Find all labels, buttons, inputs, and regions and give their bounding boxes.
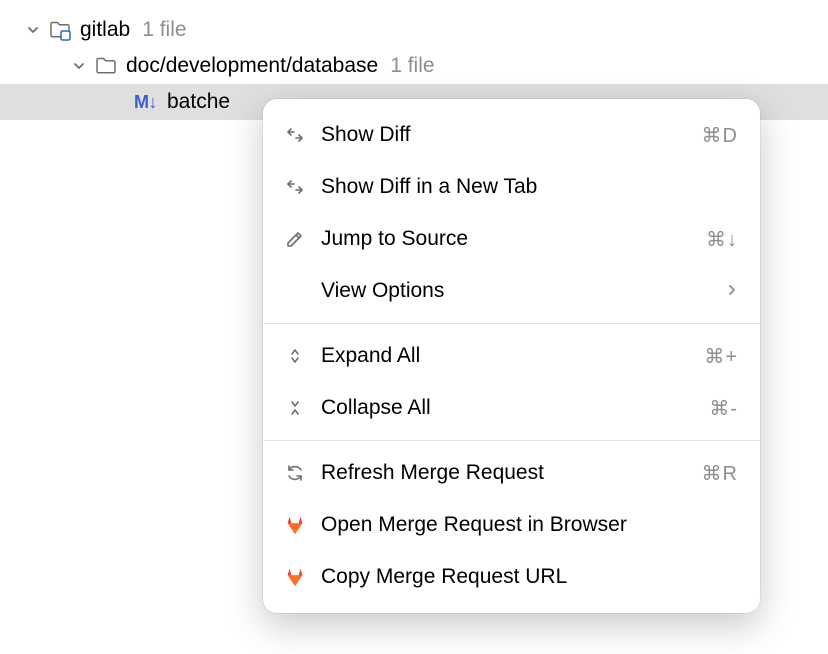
folder-icon (94, 54, 118, 78)
menu-item-shortcut: ⌘↓ (706, 227, 738, 252)
menu-item-label: View Options (321, 279, 712, 303)
menu-item-copy-mr-url[interactable]: Copy Merge Request URL (263, 551, 760, 603)
project-folder-icon (48, 18, 72, 42)
markdown-file-icon: M↓ (134, 92, 157, 113)
chevron-down-icon (24, 21, 42, 39)
tree-row-folder[interactable]: doc/development/database 1 file (0, 48, 828, 84)
menu-item-shortcut: ⌘- (709, 396, 738, 421)
menu-item-view-options[interactable]: View Options (263, 265, 760, 317)
gitlab-icon (283, 513, 307, 537)
menu-item-expand-all[interactable]: Expand All ⌘+ (263, 330, 760, 382)
pencil-icon (283, 227, 307, 251)
menu-separator (263, 440, 760, 441)
menu-item-collapse-all[interactable]: Collapse All ⌘- (263, 382, 760, 434)
diff-icon (283, 175, 307, 199)
menu-item-open-mr-browser[interactable]: Open Merge Request in Browser (263, 499, 760, 551)
menu-item-label: Jump to Source (321, 227, 692, 251)
tree-root-label: gitlab (80, 18, 130, 42)
chevron-down-icon (70, 57, 88, 75)
menu-item-label: Refresh Merge Request (321, 461, 688, 485)
chevron-right-icon (726, 279, 738, 303)
collapse-all-icon (283, 396, 307, 420)
menu-item-refresh-mr[interactable]: Refresh Merge Request ⌘R (263, 447, 760, 499)
menu-item-label: Collapse All (321, 396, 695, 420)
menu-item-label: Expand All (321, 344, 690, 368)
menu-item-show-diff-new-tab[interactable]: Show Diff in a New Tab (263, 161, 760, 213)
refresh-icon (283, 461, 307, 485)
tree-folder-suffix: 1 file (390, 54, 434, 78)
menu-item-shortcut: ⌘D (702, 123, 738, 148)
context-menu: Show Diff ⌘D Show Diff in a New Tab Jump… (263, 99, 760, 613)
menu-item-shortcut: ⌘R (702, 461, 738, 486)
diff-icon (283, 123, 307, 147)
expand-all-icon (283, 344, 307, 368)
menu-item-show-diff[interactable]: Show Diff ⌘D (263, 109, 760, 161)
tree-root-suffix: 1 file (142, 18, 186, 42)
tree-row-root[interactable]: gitlab 1 file (0, 12, 828, 48)
menu-item-label: Show Diff in a New Tab (321, 175, 724, 199)
gitlab-icon (283, 565, 307, 589)
menu-item-label: Show Diff (321, 123, 688, 147)
menu-item-label: Open Merge Request in Browser (321, 513, 738, 537)
menu-item-shortcut: ⌘+ (704, 344, 738, 369)
menu-item-jump-to-source[interactable]: Jump to Source ⌘↓ (263, 213, 760, 265)
menu-separator (263, 323, 760, 324)
menu-item-label: Copy Merge Request URL (321, 565, 738, 589)
tree-folder-label: doc/development/database (126, 54, 378, 78)
tree-file-label: batche (167, 90, 230, 114)
